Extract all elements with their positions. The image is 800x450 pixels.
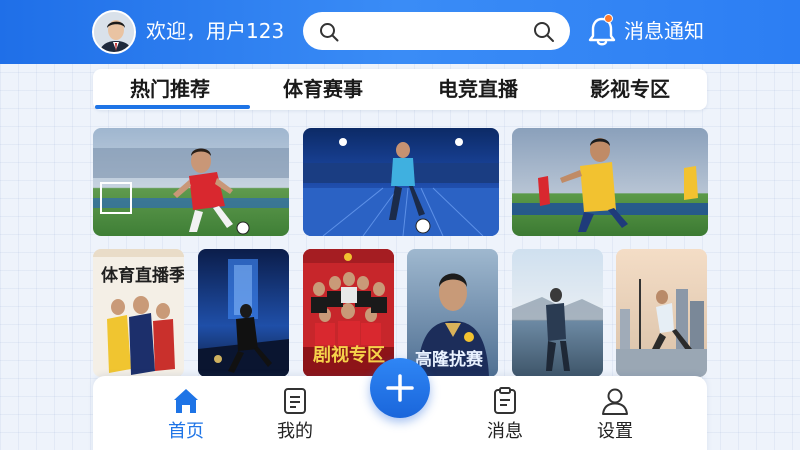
active-tab-indicator bbox=[95, 105, 250, 109]
neon-stadium-poster bbox=[198, 249, 289, 377]
nav-messages[interactable]: 消息 bbox=[470, 376, 540, 450]
nav-messages-label: 消息 bbox=[487, 421, 523, 442]
document-icon bbox=[284, 388, 306, 414]
poster-card[interactable] bbox=[198, 249, 289, 377]
nav-home[interactable]: 首页 bbox=[151, 376, 221, 450]
notification-badge bbox=[604, 14, 613, 23]
tab-hot-recommend[interactable]: 热门推荐 bbox=[95, 69, 245, 110]
seaside-runner-poster bbox=[512, 249, 603, 377]
poster-card[interactable]: 高隆扰赛 bbox=[407, 249, 498, 377]
user-icon bbox=[602, 388, 628, 415]
yellow-jersey-player-thumbnail bbox=[512, 128, 708, 236]
search-bar[interactable] bbox=[303, 12, 570, 50]
category-tabs: 热门推荐 体育赛事 电竞直播 影视专区 bbox=[93, 69, 707, 110]
soccer-player-thumbnail bbox=[93, 128, 289, 236]
poster-title: 剧视专区 bbox=[313, 345, 385, 366]
tab-film-zone[interactable]: 影视专区 bbox=[555, 69, 705, 110]
poster-card[interactable]: 体育直播季 bbox=[93, 249, 184, 377]
search-input[interactable] bbox=[347, 18, 527, 44]
plus-icon bbox=[386, 374, 414, 402]
search-icon[interactable] bbox=[319, 22, 339, 42]
city-runner-poster bbox=[616, 249, 707, 377]
nav-mine[interactable]: 我的 bbox=[260, 376, 330, 450]
add-button[interactable] bbox=[370, 358, 430, 418]
tab-esports-live[interactable]: 电竞直播 bbox=[403, 69, 553, 110]
notifications-label[interactable]: 消息通知 bbox=[624, 17, 704, 45]
poster-card[interactable]: 剧视专区 bbox=[303, 249, 394, 377]
welcome-text: 欢迎，用户123 bbox=[146, 19, 285, 43]
stadium-player-thumbnail bbox=[303, 128, 499, 236]
nav-home-label: 首页 bbox=[168, 421, 204, 442]
poster-card[interactable] bbox=[512, 249, 603, 377]
top-header: 欢迎，用户123 消息通知 bbox=[0, 0, 800, 64]
user-avatar[interactable] bbox=[92, 10, 136, 54]
poster-title: 高隆扰赛 bbox=[415, 350, 483, 370]
nav-settings-label: 设置 bbox=[597, 421, 633, 442]
tab-sports-events[interactable]: 体育赛事 bbox=[248, 69, 398, 110]
home-icon bbox=[174, 389, 198, 413]
nav-settings[interactable]: 设置 bbox=[580, 376, 650, 450]
video-card[interactable] bbox=[512, 128, 708, 236]
video-card[interactable] bbox=[93, 128, 289, 236]
video-card[interactable] bbox=[303, 128, 499, 236]
poster-card[interactable] bbox=[616, 249, 707, 377]
message-icon bbox=[494, 387, 516, 414]
nav-mine-label: 我的 bbox=[277, 421, 313, 442]
poster-title: 体育直播季 bbox=[101, 266, 184, 286]
search-submit-icon[interactable] bbox=[533, 21, 555, 43]
